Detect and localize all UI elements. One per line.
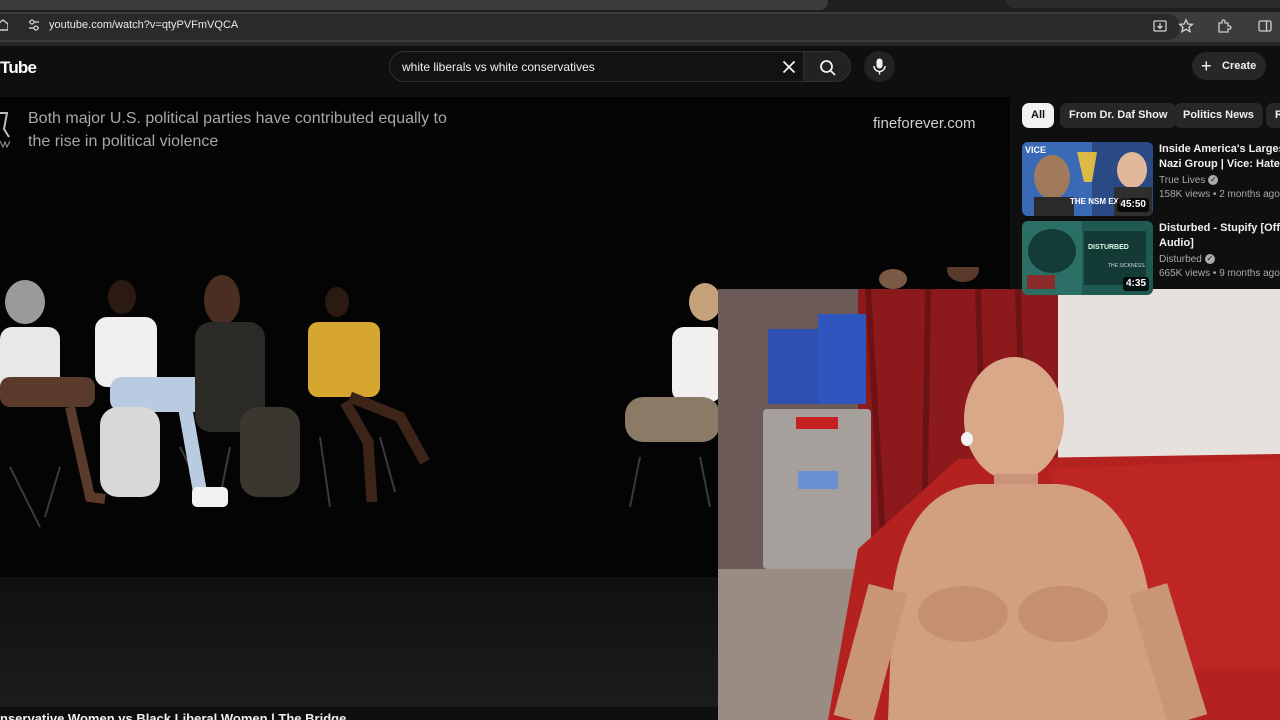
video-meta: Inside America's Largest Nazi Group | Vi…	[1159, 142, 1280, 200]
video-watermark: fineforever.com	[873, 115, 976, 132]
search-input[interactable]: white liberals vs white conservatives	[402, 60, 595, 74]
video-stats: 158K views • 2 months ago	[1159, 189, 1280, 200]
filter-chips: All From Dr. Daf Show Politics News R	[1022, 103, 1280, 128]
clear-icon[interactable]	[782, 60, 796, 74]
channel-name[interactable]: True Lives	[1159, 175, 1205, 186]
video-title-line[interactable]: Nazi Group | Vice: Hate T	[1159, 157, 1280, 172]
chip-all[interactable]: All	[1022, 103, 1055, 128]
chip-more[interactable]: R	[1266, 103, 1280, 128]
voice-search-button[interactable]	[864, 51, 895, 82]
address-bar-url[interactable]: youtube.com/watch?v=qtyPVFmVQCA	[49, 19, 238, 31]
site-info-icon[interactable]	[28, 18, 40, 32]
channel-name-row: Disturbed ✓	[1159, 254, 1280, 265]
recommended-video[interactable]: VICE THE NSM EXPO 45:50 Inside America's…	[1022, 142, 1280, 218]
browser-tab-active[interactable]	[0, 0, 828, 10]
bookmark-star-icon[interactable]	[1178, 18, 1194, 34]
video-duration: 45:50	[1117, 198, 1149, 212]
search-button[interactable]	[803, 51, 851, 82]
channel-name[interactable]: Disturbed	[1159, 254, 1202, 265]
mic-icon	[873, 58, 886, 75]
extensions-icon[interactable]	[1216, 18, 1232, 34]
plus-icon: +	[1201, 56, 1212, 76]
channel-name-row: True Lives ✓	[1159, 175, 1280, 186]
side-panel-icon[interactable]	[1257, 18, 1273, 34]
thumbnail-text-bottom: THE SICKNESS	[1108, 263, 1145, 269]
video-title-line[interactable]: Inside America's Largest	[1159, 142, 1280, 157]
chip-politics-news[interactable]: Politics News	[1174, 103, 1263, 128]
recommended-video[interactable]: DISTURBED THE SICKNESS 4:35 Disturbed - …	[1022, 221, 1280, 297]
install-app-icon[interactable]	[1152, 18, 1168, 34]
video-thumbnail[interactable]: VICE THE NSM EXPO 45:50	[1022, 142, 1153, 216]
video-title-text: nservative Women vs Black Liberal Women …	[0, 711, 347, 720]
create-label: Create	[1222, 60, 1257, 72]
search-icon	[820, 60, 836, 76]
video-title-line[interactable]: Audio]	[1159, 236, 1280, 251]
youtube-header: Tube white liberals vs white conservativ…	[0, 46, 1280, 96]
create-button[interactable]: + Create	[1192, 52, 1266, 80]
chip-from-channel[interactable]: From Dr. Daf Show	[1060, 103, 1177, 128]
home-icon[interactable]	[0, 19, 8, 31]
webcam-feed-image	[718, 289, 1280, 720]
search-box[interactable]: white liberals vs white conservatives	[389, 51, 811, 82]
thumbnail-text-top: VICE	[1025, 145, 1046, 155]
verified-check-icon: ✓	[1208, 175, 1219, 186]
thumbnail-text-top: DISTURBED	[1088, 244, 1129, 251]
video-caption-text: Both major U.S. political parties have c…	[28, 110, 447, 150]
channel-watermark-logo	[0, 112, 10, 149]
video-title-line[interactable]: Disturbed - Stupify [Offici	[1159, 221, 1280, 236]
video-thumbnail[interactable]: DISTURBED THE SICKNESS 4:35	[1022, 221, 1153, 295]
webcam-overlay	[718, 289, 1280, 720]
browser-toolbar: youtube.com/watch?v=qtyPVFmVQCA	[0, 12, 1280, 42]
browser-tab-strip	[0, 0, 1280, 12]
browser-tab-inactive[interactable]	[1006, 0, 1280, 8]
youtube-logo[interactable]: Tube	[0, 58, 37, 78]
verified-check-icon: ✓	[1204, 254, 1215, 265]
video-stats: 665K views • 9 months ago	[1159, 268, 1280, 279]
video-title: nservative Women vs Black Liberal Women …	[0, 707, 720, 720]
video-duration: 4:35	[1122, 277, 1149, 291]
video-meta: Disturbed - Stupify [Offici Audio] Distu…	[1159, 221, 1280, 279]
